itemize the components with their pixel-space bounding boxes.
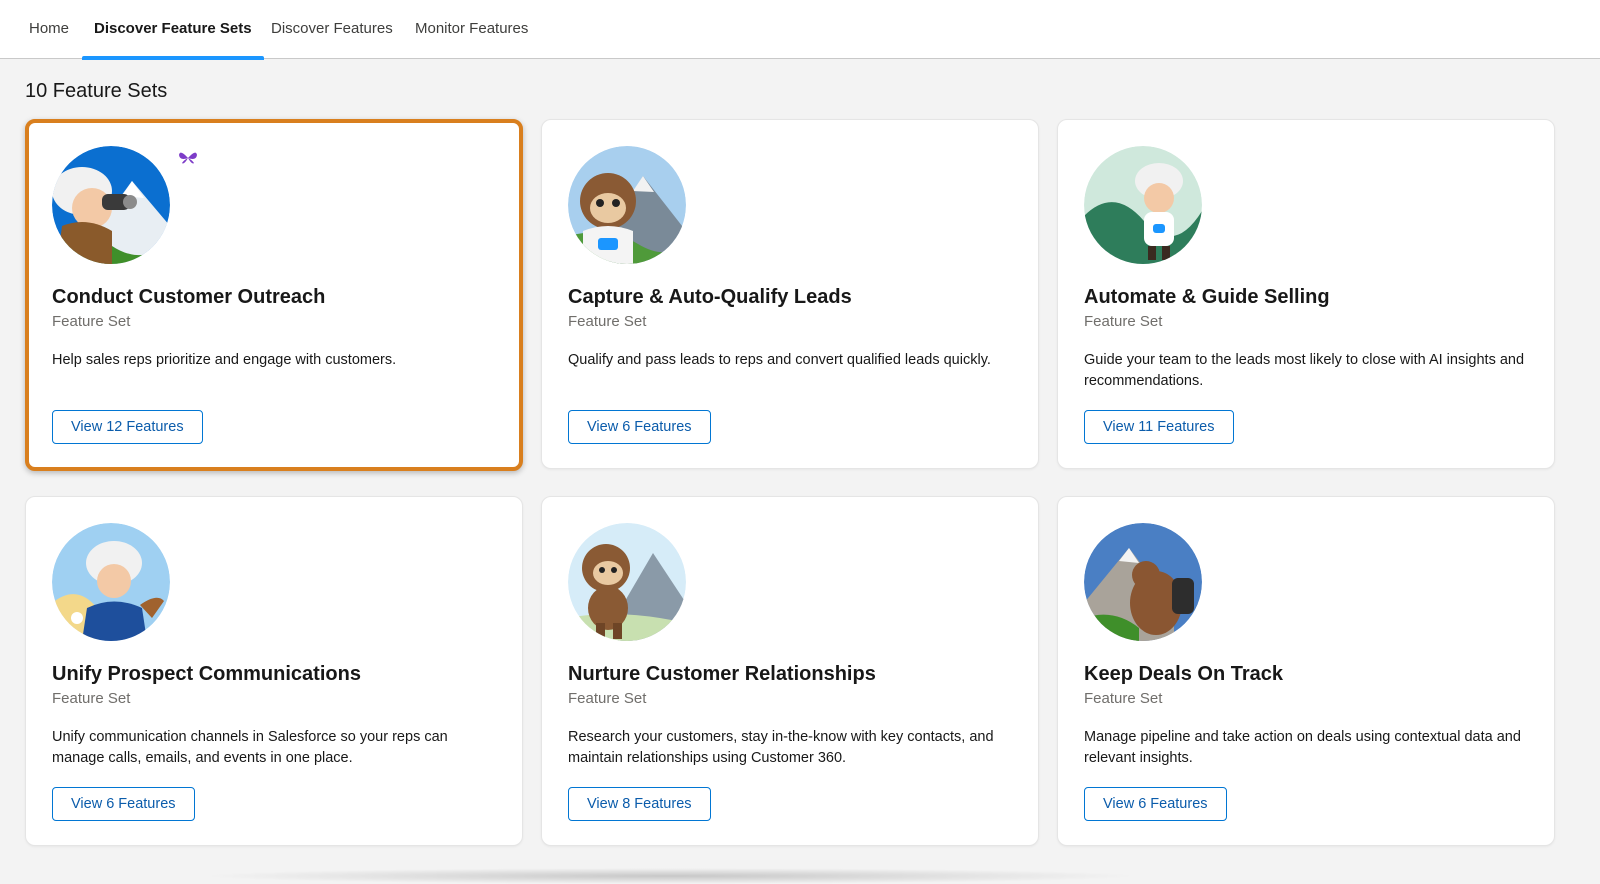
- tab-discover-feature-sets[interactable]: Discover Feature Sets: [82, 0, 264, 60]
- butterfly-icon: [179, 152, 197, 164]
- tab-monitor-features[interactable]: Monitor Features: [415, 0, 528, 59]
- card-title: Unify Prospect Communications: [52, 663, 361, 685]
- view-features-button[interactable]: View 6 Features: [1084, 787, 1227, 821]
- feature-set-card[interactable]: Automate & Guide Selling Feature Set Gui…: [1057, 119, 1555, 469]
- card-subtitle: Feature Set: [568, 313, 647, 330]
- feature-set-card[interactable]: Conduct Customer Outreach Feature Set He…: [25, 119, 523, 471]
- einstein-waving-illustration: [1084, 146, 1202, 264]
- einstein-binoculars-illustration: [52, 146, 170, 264]
- card-subtitle: Feature Set: [1084, 690, 1163, 707]
- card-title: Conduct Customer Outreach: [52, 286, 326, 308]
- card-description: Qualify and pass leads to reps and conve…: [568, 352, 991, 368]
- bear-backpack-illustration: [1084, 523, 1202, 641]
- card-subtitle: Feature Set: [52, 690, 131, 707]
- feature-set-count: 10 Feature Sets: [25, 80, 168, 102]
- feature-set-card[interactable]: Unify Prospect Communications Feature Se…: [25, 496, 523, 846]
- einstein-flowers-illustration: [52, 523, 170, 641]
- card-subtitle: Feature Set: [568, 690, 647, 707]
- card-subtitle: Feature Set: [52, 313, 131, 330]
- tab-home[interactable]: Home: [29, 0, 69, 59]
- tab-discover-features[interactable]: Discover Features: [271, 0, 393, 59]
- feature-set-card[interactable]: Capture & Auto-Qualify Leads Feature Set…: [541, 119, 1039, 469]
- astro-mountains-illustration: [568, 146, 686, 264]
- card-description: Research your customers, stay in-the-kno…: [568, 729, 994, 766]
- card-title: Automate & Guide Selling: [1084, 286, 1330, 308]
- view-features-button[interactable]: View 11 Features: [1084, 410, 1234, 444]
- card-title: Keep Deals On Track: [1084, 663, 1283, 685]
- card-title: Nurture Customer Relationships: [568, 663, 876, 685]
- feature-set-card[interactable]: Keep Deals On Track Feature Set Manage p…: [1057, 496, 1555, 846]
- card-description: Unify communication channels in Salesfor…: [52, 729, 448, 766]
- view-features-button[interactable]: View 6 Features: [52, 787, 195, 821]
- card-description: Manage pipeline and take action on deals…: [1084, 729, 1521, 766]
- card-description: Help sales reps prioritize and engage wi…: [52, 352, 397, 368]
- view-features-button[interactable]: View 8 Features: [568, 787, 711, 821]
- view-features-button[interactable]: View 6 Features: [568, 410, 711, 444]
- card-subtitle: Feature Set: [1084, 313, 1163, 330]
- top-navigation: Home Discover Feature Sets Discover Feat…: [0, 0, 1600, 60]
- astro-walking-illustration: [568, 523, 686, 641]
- view-features-button[interactable]: View 12 Features: [52, 410, 203, 444]
- card-description: Guide your team to the leads most likely…: [1084, 352, 1525, 389]
- scroll-shadow: [200, 868, 1140, 884]
- card-title: Capture & Auto-Qualify Leads: [568, 286, 852, 308]
- feature-set-card[interactable]: Nurture Customer Relationships Feature S…: [541, 496, 1039, 846]
